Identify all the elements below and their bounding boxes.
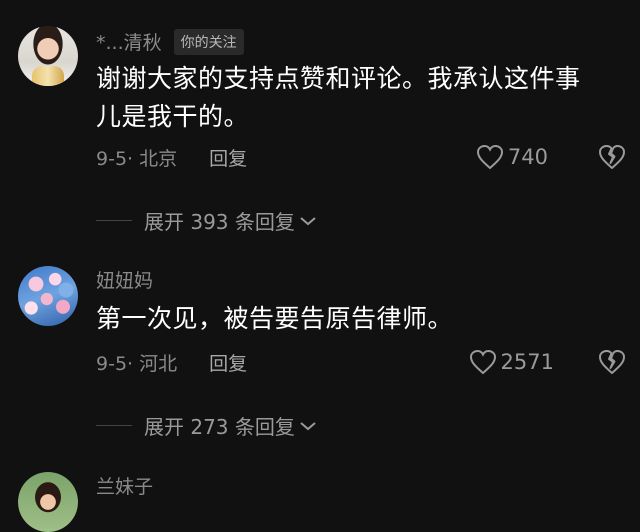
chevron-down-icon bbox=[300, 421, 316, 430]
comment-text: 第一次见，被告要告原告律师。 bbox=[96, 300, 621, 338]
avatar[interactable] bbox=[18, 472, 78, 532]
time-location: 9-5· 河北 bbox=[96, 352, 178, 375]
time-location: 9-5· 北京 bbox=[96, 147, 178, 170]
like-button[interactable]: 2571 bbox=[469, 349, 554, 375]
like-count: 740 bbox=[507, 145, 548, 169]
broken-heart-icon[interactable] bbox=[598, 144, 626, 170]
username[interactable]: 兰妹子 bbox=[96, 472, 153, 499]
comment-text-line: 谢谢大家的支持点赞和评论。我承认这件事 bbox=[96, 64, 581, 93]
reply-button[interactable]: 回复 bbox=[209, 144, 247, 171]
avatar[interactable] bbox=[18, 26, 78, 86]
chevron-down-icon bbox=[300, 216, 316, 225]
reply-button[interactable]: 回复 bbox=[209, 349, 247, 376]
comment-text: 谢谢大家的支持点赞和评论。我承认这件事 儿是我干的。 bbox=[96, 60, 621, 136]
expand-replies-label: 展开 273 条回复 bbox=[144, 415, 295, 439]
avatar-scarf bbox=[32, 66, 64, 86]
follow-badge: 你的关注 bbox=[173, 28, 244, 55]
comment-text-line: 第一次见，被告要告原告律师。 bbox=[96, 304, 454, 333]
username-row: 兰妹子 bbox=[96, 472, 153, 499]
divider-line bbox=[96, 220, 132, 221]
expand-replies-button[interactable]: 展开 393 条回复 bbox=[96, 206, 317, 235]
divider-line bbox=[96, 425, 132, 426]
avatar[interactable] bbox=[18, 266, 78, 326]
heart-outline-icon bbox=[476, 144, 503, 170]
expand-replies-label: 展开 393 条回复 bbox=[144, 210, 295, 234]
expand-replies-button[interactable]: 展开 273 条回复 bbox=[96, 411, 317, 440]
broken-heart-icon[interactable] bbox=[598, 349, 626, 375]
like-button[interactable]: 740 bbox=[476, 144, 548, 170]
meta-row: 9-5· 河北 回复 2571 bbox=[96, 347, 628, 377]
username-row: *...清秋 你的关注 bbox=[96, 28, 244, 55]
username[interactable]: *...清秋 bbox=[96, 28, 162, 55]
heart-outline-icon bbox=[469, 349, 496, 375]
username[interactable]: 妞妞妈 bbox=[96, 266, 153, 293]
like-count: 2571 bbox=[500, 350, 554, 374]
comment-text-line: 儿是我干的。 bbox=[96, 102, 250, 131]
meta-row: 9-5· 北京 回复 740 bbox=[96, 142, 628, 172]
username-row: 妞妞妈 bbox=[96, 266, 153, 293]
